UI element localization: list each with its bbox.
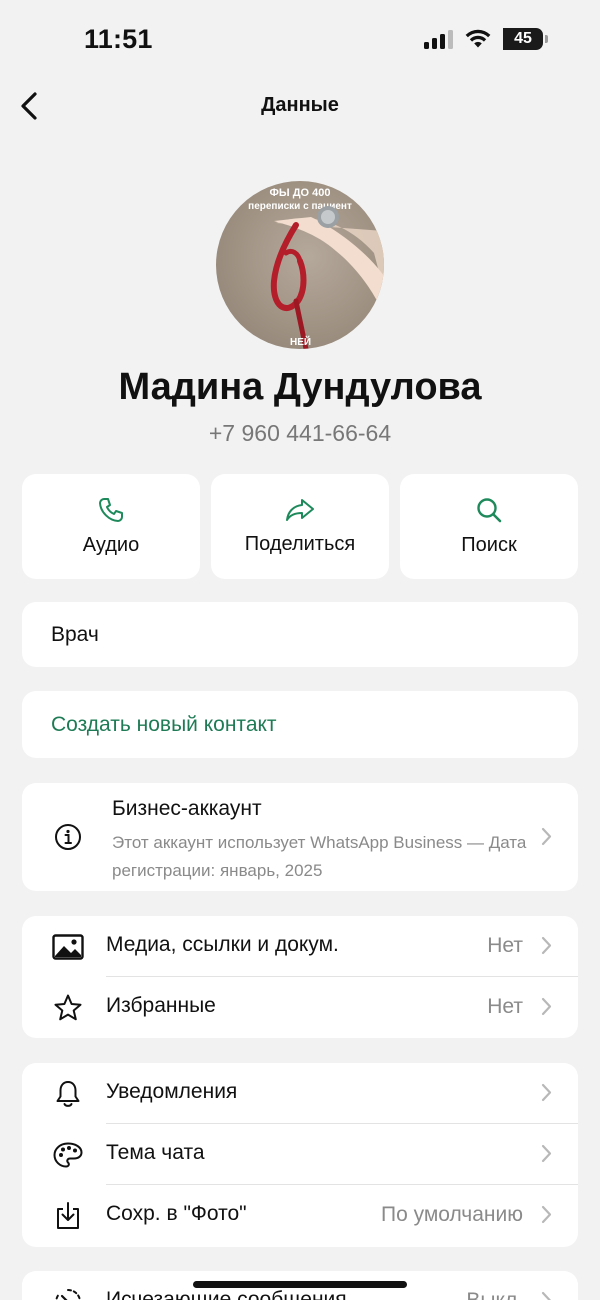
chevron-right-icon: [541, 997, 552, 1016]
status-icons: 45: [424, 28, 548, 50]
save-to-photos-value: По умолчанию: [380, 1203, 523, 1226]
signal-icon: [424, 29, 453, 49]
page-title: Данные: [261, 94, 339, 116]
bell-icon: [56, 1081, 80, 1107]
chat-theme-label: Тема чата: [106, 1141, 205, 1164]
star-icon: [54, 994, 82, 1021]
chevron-right-icon: [541, 827, 552, 846]
home-indicator[interactable]: [193, 1281, 407, 1288]
notifications-label: Уведомления: [106, 1080, 238, 1103]
share-label: Поделиться: [244, 533, 356, 555]
chat-theme-row[interactable]: Тема чата: [22, 1124, 578, 1185]
about-text: Врач: [51, 622, 99, 646]
save-to-photos-label: Сохр. в "Фото": [106, 1202, 247, 1225]
share-icon: [286, 499, 314, 521]
media-card: Медиа, ссылки и докум. Нет Избранные Нет: [22, 916, 578, 1038]
search-label: Поиск: [461, 534, 517, 556]
share-button[interactable]: Поделиться: [211, 474, 389, 579]
palette-icon: [53, 1142, 83, 1168]
info-icon: [55, 824, 81, 850]
action-buttons: Аудио Поделиться Поиск: [22, 474, 578, 579]
starred-label: Избранные: [106, 994, 216, 1017]
notifications-row[interactable]: Уведомления: [22, 1063, 578, 1124]
chevron-right-icon: [541, 1291, 551, 1300]
business-title: Бизнес-аккаунт: [112, 797, 262, 820]
search-button[interactable]: Поиск: [400, 474, 578, 579]
media-links-docs-row[interactable]: Медиа, ссылки и докум. Нет: [22, 916, 578, 977]
avatar[interactable]: ФЫ ДО 400 переписки с пациент НЕЙ: [216, 181, 384, 349]
avatar-caption-line3: НЕЙ: [290, 337, 312, 348]
media-value: Нет: [487, 934, 523, 957]
chevron-right-icon: [541, 1083, 552, 1102]
business-description: Этот аккаунт использует WhatsApp Busines…: [112, 833, 527, 880]
chat-settings-card: Уведомления Тема чата Сохр. в "Фото" По …: [22, 1063, 578, 1247]
chevron-right-icon: [541, 1205, 552, 1224]
download-icon: [57, 1202, 79, 1229]
create-contact-button[interactable]: Создать новый контакт: [22, 691, 578, 758]
search-icon: [477, 498, 502, 523]
starred-row[interactable]: Избранные Нет: [22, 977, 578, 1038]
phone-icon: [99, 498, 123, 522]
media-label: Медиа, ссылки и докум.: [106, 933, 339, 956]
wifi-icon: [465, 29, 491, 48]
stethoscope-image: [270, 206, 384, 349]
status-time: 11:51: [84, 24, 153, 54]
nav-header: Данные: [0, 80, 600, 132]
starred-value: Нет: [487, 995, 523, 1018]
business-account-card[interactable]: Бизнес-аккаунт Этот аккаунт использует W…: [22, 783, 578, 891]
audio-call-button[interactable]: Аудио: [22, 474, 200, 579]
audio-call-label: Аудио: [82, 534, 140, 556]
battery-icon: 45: [503, 28, 548, 50]
chevron-right-icon: [541, 936, 552, 955]
about-card[interactable]: Врач: [22, 602, 578, 667]
status-bar: 11:51 45: [0, 0, 600, 80]
image-icon: [52, 934, 84, 960]
save-to-photos-row[interactable]: Сохр. в "Фото" По умолчанию: [22, 1185, 578, 1246]
contact-name: Мадина Дундулова: [118, 366, 482, 408]
create-contact-label: Создать новый контакт: [51, 712, 277, 736]
disappearing-messages-value: Выкл.: [466, 1289, 523, 1300]
disappearing-messages-label: Исчезающие сообщения: [106, 1288, 347, 1300]
battery-level: 45: [514, 30, 532, 47]
chevron-right-icon: [541, 1144, 552, 1163]
timer-icon: [55, 1288, 81, 1300]
contact-phone[interactable]: +7 960 441-66-64: [0, 420, 600, 447]
